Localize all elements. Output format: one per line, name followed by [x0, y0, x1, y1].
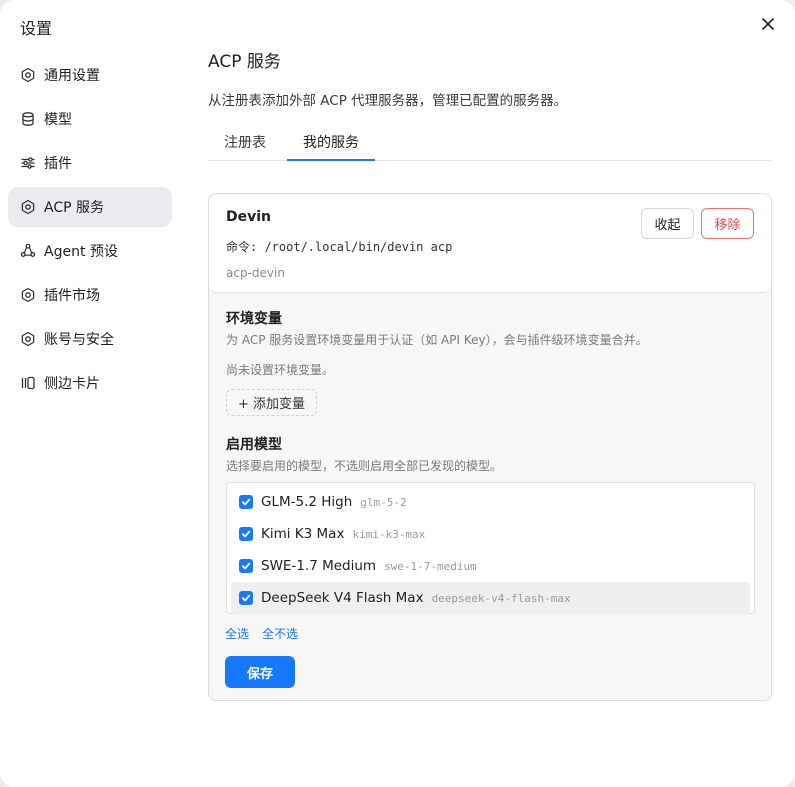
model-row[interactable]: DeepSeek V4 Flash Max deepseek-v4-flash-…	[231, 582, 750, 614]
sidebar-item-models[interactable]: 模型	[8, 99, 172, 139]
checkbox-checked[interactable]	[239, 559, 253, 573]
database-icon	[20, 111, 36, 127]
model-row[interactable]: Kimi K3 Max kimi-k3-max	[231, 518, 750, 550]
model-name: Kimi K3 Max	[261, 526, 345, 542]
collapse-button[interactable]: 收起	[641, 208, 694, 239]
model-name: DeepSeek V4 Flash Max	[261, 590, 424, 606]
settings-sidebar: 通用设置 模型 插件 ACP 服务 Agent 预设 插件市场 账号与安全 侧边…	[8, 55, 172, 407]
save-button[interactable]: 保存	[225, 656, 295, 688]
page-title: ACP 服务	[208, 52, 281, 72]
sidebar-item-label: 账号与安全	[44, 332, 114, 348]
side-panel-icon	[20, 375, 36, 391]
model-name: SWE-1.7 Medium	[261, 558, 377, 574]
tab-my-services[interactable]: 我的服务	[287, 124, 375, 161]
model-name: GLM-5.2 High	[261, 494, 353, 510]
sidebar-item-label: 模型	[44, 112, 72, 128]
add-variable-button[interactable]: + 添加变量	[226, 389, 317, 416]
gear-icon	[20, 287, 36, 303]
env-section-description: 为 ACP 服务设置环境变量用于认证（如 API Key），会与插件级环境变量合…	[226, 333, 648, 347]
sidebar-item-label: 侧边卡片	[44, 376, 100, 392]
select-all-link[interactable]: 全选	[225, 625, 249, 642]
gear-icon	[20, 67, 36, 83]
check-icon	[241, 594, 251, 602]
checkbox-checked[interactable]	[239, 591, 253, 605]
sidebar-item-acp-services[interactable]: ACP 服务	[8, 187, 172, 227]
service-card-header: Devin 命令: /root/.local/bin/devin acp acp…	[209, 194, 771, 293]
check-icon	[241, 530, 251, 538]
model-row[interactable]: SWE-1.7 Medium swe-1-7-medium	[231, 550, 750, 582]
remove-button[interactable]: 移除	[701, 208, 754, 239]
tab-bar: 注册表 我的服务	[208, 124, 772, 161]
sidebar-item-label: ACP 服务	[44, 200, 104, 216]
service-command: 命令: /root/.local/bin/devin acp	[226, 240, 453, 254]
close-icon	[762, 18, 774, 30]
sliders-icon	[20, 155, 36, 171]
gear-icon	[20, 331, 36, 347]
agent-icon	[20, 243, 36, 259]
checkbox-checked[interactable]	[239, 527, 253, 541]
select-none-link[interactable]: 全不选	[262, 625, 298, 642]
page-description: 从注册表添加外部 ACP 代理服务器，管理已配置的服务器。	[208, 93, 568, 109]
model-list: GLM-5.2 High glm-5-2 Kimi K3 Max kimi-k3…	[226, 482, 755, 614]
model-id: kimi-k3-max	[352, 527, 426, 541]
sidebar-item-label: 插件市场	[44, 288, 100, 304]
close-button[interactable]	[758, 14, 778, 34]
check-icon	[241, 562, 251, 570]
sidebar-item-label: 通用设置	[44, 68, 100, 84]
service-id: acp-devin	[226, 266, 285, 280]
dialog-title: 设置	[20, 19, 53, 38]
sidebar-item-account-security[interactable]: 账号与安全	[8, 319, 172, 359]
model-id: glm-5-2	[360, 495, 407, 509]
sidebar-item-side-cards[interactable]: 侧边卡片	[8, 363, 172, 403]
settings-dialog: 设置 通用设置 模型 插件 ACP 服务 Agent 预设 插件市场 账号与安全…	[0, 0, 795, 787]
check-icon	[241, 498, 251, 506]
service-name: Devin	[226, 209, 272, 225]
sidebar-item-general[interactable]: 通用设置	[8, 55, 172, 95]
gear-icon	[20, 199, 36, 215]
sidebar-item-plugins[interactable]: 插件	[8, 143, 172, 183]
models-section-title: 启用模型	[226, 437, 282, 453]
model-row[interactable]: GLM-5.2 High glm-5-2	[231, 486, 750, 518]
env-empty-text: 尚未设置环境变量。	[226, 363, 335, 377]
sidebar-item-plugin-market[interactable]: 插件市场	[8, 275, 172, 315]
models-section-description: 选择要启用的模型，不选则启用全部已发现的模型。	[226, 459, 503, 473]
sidebar-item-agent-presets[interactable]: Agent 预设	[8, 231, 172, 271]
model-id: swe-1-7-medium	[384, 559, 477, 573]
env-section-title: 环境变量	[226, 311, 282, 327]
sidebar-item-label: 插件	[44, 156, 72, 172]
model-id: deepseek-v4-flash-max	[431, 591, 571, 605]
checkbox-checked[interactable]	[239, 495, 253, 509]
service-card: Devin 命令: /root/.local/bin/devin acp acp…	[208, 193, 772, 701]
tab-registry[interactable]: 注册表	[208, 124, 282, 161]
sidebar-item-label: Agent 预设	[44, 244, 118, 260]
